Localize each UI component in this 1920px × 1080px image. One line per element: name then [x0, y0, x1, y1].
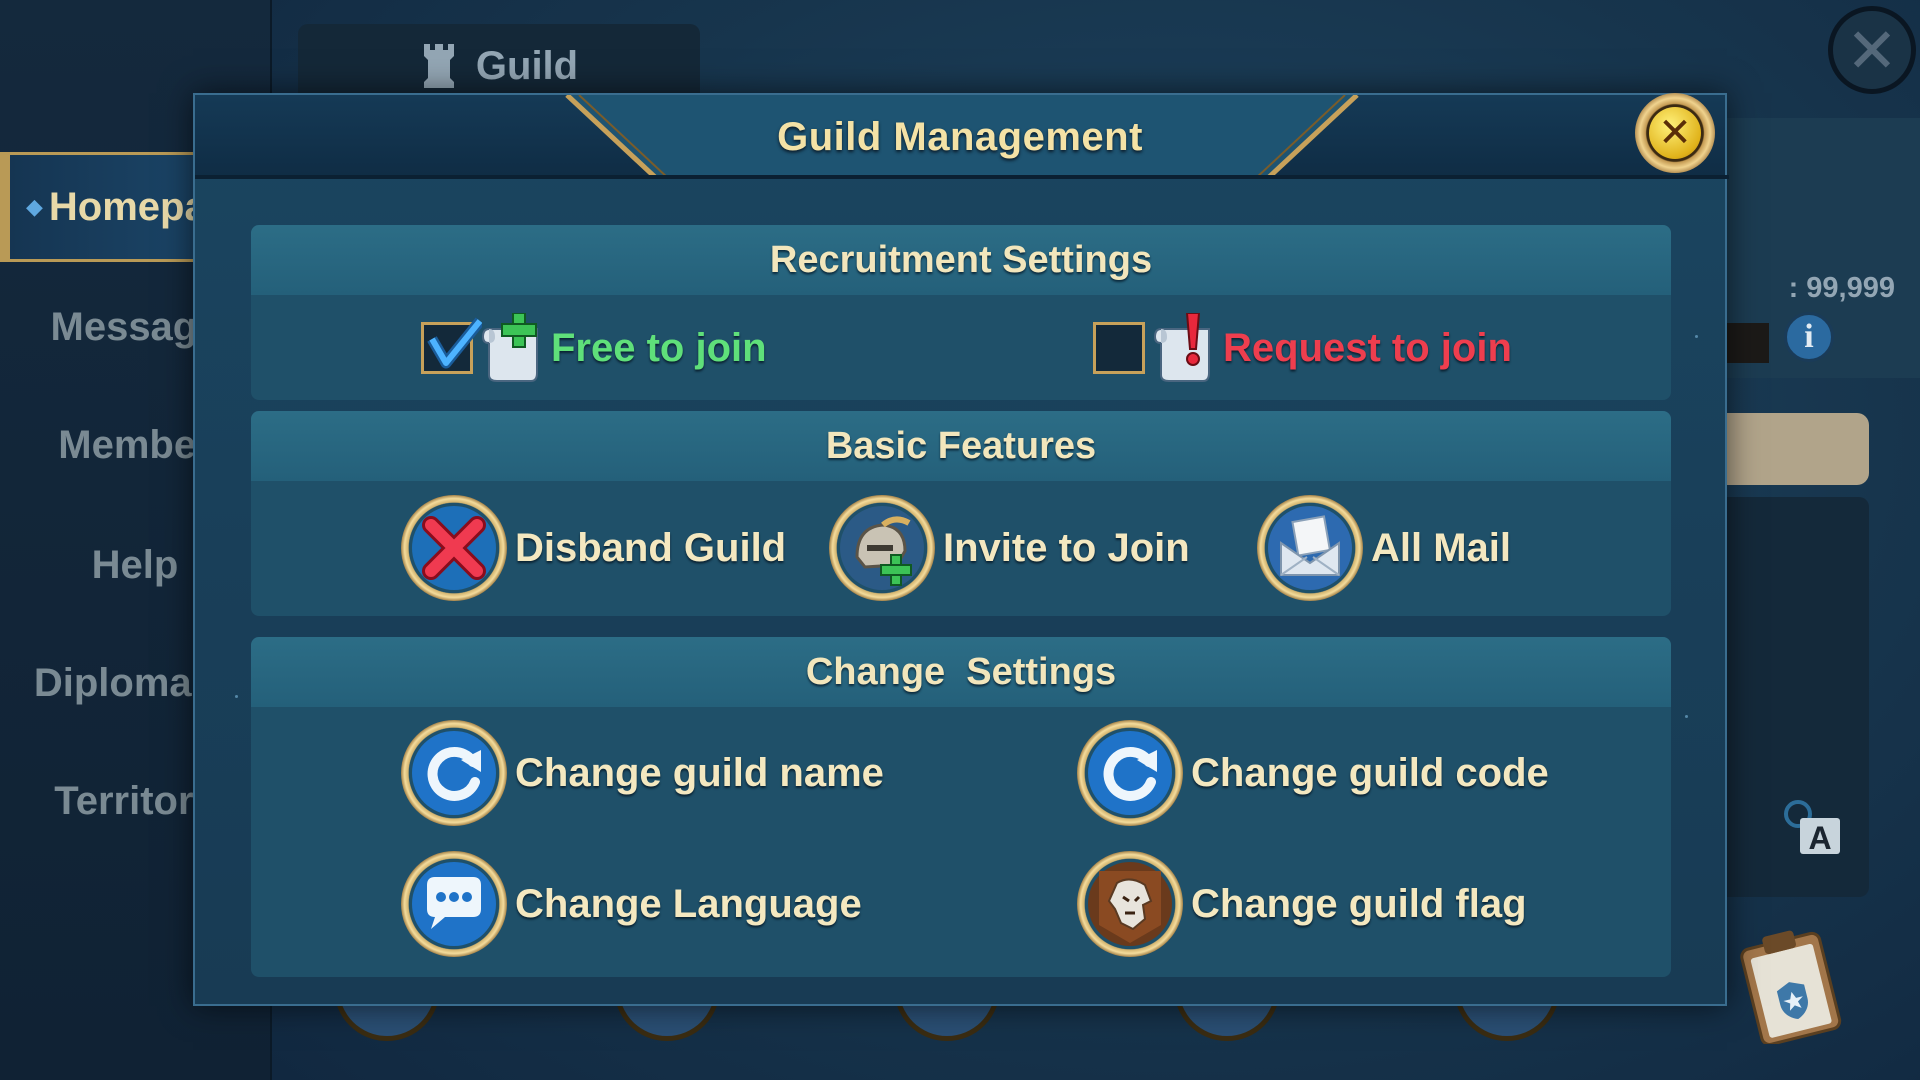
knight-plus-icon: [829, 495, 935, 601]
tan-bar[interactable]: [1725, 413, 1869, 485]
change-settings-heading: Change Settings: [251, 637, 1671, 707]
change-guild-name-button[interactable]: Change guild name: [401, 720, 884, 826]
envelope-icon: [1257, 495, 1363, 601]
sidebar-item-label: Territory: [54, 778, 216, 823]
checkmark-icon: [427, 317, 482, 369]
clipboard-icon[interactable]: [1736, 928, 1844, 1044]
invite-to-join-label: Invite to Join: [943, 525, 1190, 570]
change-language-label: Change Language: [515, 881, 862, 926]
scroll-plus-icon: [481, 313, 538, 382]
lion-flag-icon: [1077, 851, 1183, 957]
guild-management-dialog: Guild Management ✕ Recruitment Settings …: [193, 93, 1729, 1006]
dialog-title: Guild Management: [777, 114, 1143, 159]
sidebar-item-label: Help: [91, 542, 179, 587]
request-to-join-option[interactable]: Request to join: [1093, 313, 1512, 383]
close-icon: ✕: [1846, 16, 1898, 86]
free-to-join-option[interactable]: Free to join: [421, 313, 767, 383]
change-guild-flag-button[interactable]: Change guild flag: [1077, 851, 1527, 957]
refresh-icon: [401, 720, 507, 826]
sidebar-item-label: Member: [58, 422, 212, 467]
score-text: : 99,999: [1788, 272, 1895, 304]
dark-slot: [1727, 323, 1769, 363]
info-button[interactable]: i: [1784, 312, 1834, 362]
refresh-icon: [1077, 720, 1183, 826]
close-icon: ✕: [1649, 107, 1701, 159]
diamond-icon: ◆: [26, 194, 43, 219]
all-mail-button[interactable]: All Mail: [1257, 495, 1511, 601]
basic-features-panel: Disband Guild Invite to Join All Mail: [251, 481, 1671, 616]
disband-guild-button[interactable]: Disband Guild: [401, 495, 786, 601]
free-to-join-label: Free to join: [551, 325, 767, 370]
change-guild-code-label: Change guild code: [1191, 750, 1549, 795]
change-guild-name-label: Change guild name: [515, 750, 884, 795]
disband-guild-label: Disband Guild: [515, 525, 787, 570]
change-guild-flag-label: Change guild flag: [1191, 881, 1527, 926]
background-close-button[interactable]: ✕: [1828, 6, 1916, 94]
recruitment-settings-panel: Free to join Request to join: [251, 295, 1671, 400]
guild-tab-label: Guild: [475, 43, 579, 88]
change-settings-panel: Change guild name Change guild code Chan…: [251, 707, 1671, 977]
info-icon: i: [1804, 318, 1814, 355]
translate-icon[interactable]: A: [1780, 800, 1842, 856]
all-mail-label: All Mail: [1371, 525, 1512, 570]
speech-bubble-icon: [401, 851, 507, 957]
red-x-icon: [401, 495, 507, 601]
rook-icon: [423, 44, 454, 88]
dialog-header: Guild Management: [195, 95, 1729, 179]
dialog-close-button[interactable]: ✕: [1635, 93, 1715, 173]
recruitment-settings-heading: Recruitment Settings: [251, 225, 1671, 295]
invite-to-join-button[interactable]: Invite to Join: [829, 495, 1190, 601]
svg-text:A: A: [1808, 820, 1831, 856]
change-language-button[interactable]: Change Language: [401, 851, 862, 957]
basic-features-heading: Basic Features: [251, 411, 1671, 481]
free-to-join-checkbox[interactable]: [421, 317, 482, 374]
scroll-exclamation-icon: [1153, 313, 1210, 382]
request-to-join-checkbox[interactable]: [1093, 322, 1145, 374]
request-to-join-label: Request to join: [1223, 325, 1512, 370]
change-guild-code-button[interactable]: Change guild code: [1077, 720, 1549, 826]
